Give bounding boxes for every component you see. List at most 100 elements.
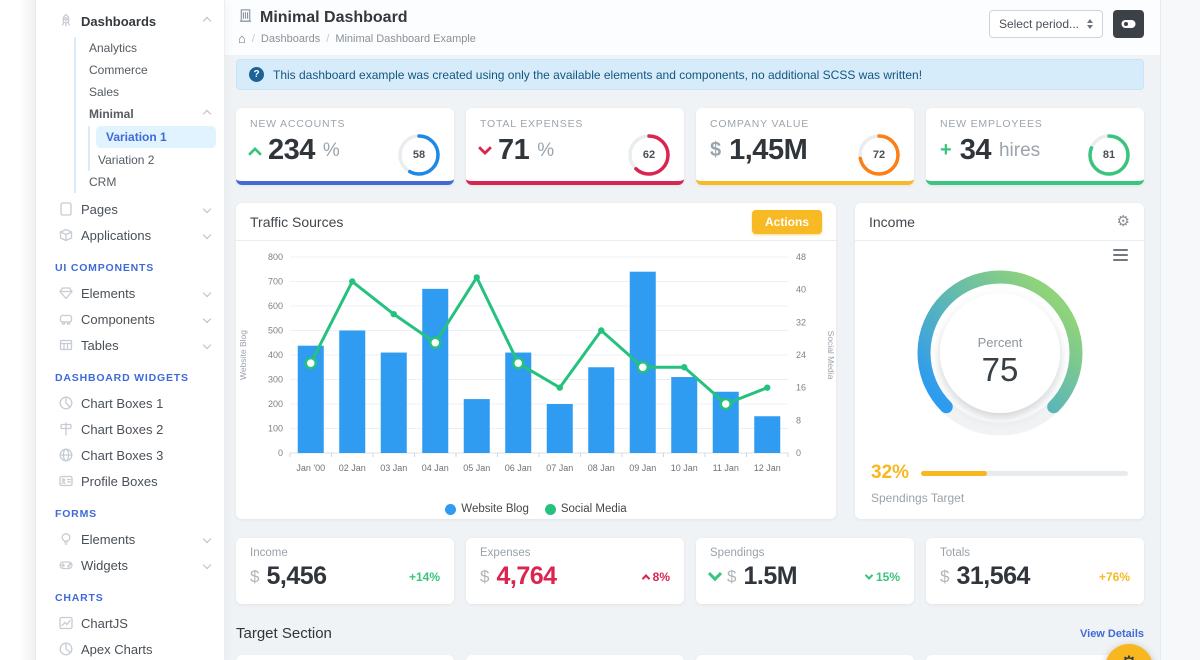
svg-text:Jan '00: Jan '00 <box>296 463 325 473</box>
summary-card-income: Income $ 5,456 +14% <box>236 538 454 604</box>
sidebar-item-variation-2[interactable]: Variation 2 <box>90 149 224 171</box>
car-icon <box>58 311 74 327</box>
breadcrumb-current: Minimal Dashboard Example <box>335 33 476 45</box>
svg-text:24: 24 <box>796 350 806 360</box>
trend-up-icon <box>248 146 262 160</box>
sidebar-item-commerce[interactable]: Commerce <box>76 59 224 81</box>
page-header: Minimal Dashboard ⌂ / Dashboards / Minim… <box>225 0 1160 55</box>
sidebar-item-chartjs[interactable]: ChartJS <box>36 610 224 636</box>
gear-icon[interactable]: ⚙ <box>1117 214 1130 229</box>
svg-text:Website Blog: Website Blog <box>238 330 248 380</box>
trend-down-icon <box>478 141 492 155</box>
legend-dot-icon <box>545 504 556 515</box>
summary-card-expenses: Expenses $ 4,764 8% <box>466 538 684 604</box>
alert-text: This dashboard example was created using… <box>273 68 922 82</box>
svg-text:09 Jan: 09 Jan <box>629 463 656 473</box>
sidebar-item-widgets[interactable]: Widgets <box>36 552 224 578</box>
page-icon <box>58 201 74 217</box>
svg-text:16: 16 <box>796 383 806 393</box>
sidebar-item-pages[interactable]: Pages <box>36 196 224 222</box>
legend-website-blog[interactable]: Website Blog <box>445 503 529 515</box>
spendings-target-label: Spendings Target <box>871 491 1128 505</box>
stat-card-total-expenses: TOTAL EXPENSES 71 % 62 <box>466 108 684 185</box>
progress-ring: 81 <box>1086 132 1132 178</box>
chevron-down-icon <box>203 561 211 569</box>
svg-text:10 Jan: 10 Jan <box>671 463 698 473</box>
svg-text:8: 8 <box>796 415 801 425</box>
home-icon[interactable]: ⌂ <box>238 32 246 45</box>
main-area: Minimal Dashboard ⌂ / Dashboards / Minim… <box>225 0 1160 660</box>
sidebar-item-minimal[interactable]: Minimal <box>76 103 224 125</box>
sidebar-item-profile-boxes[interactable]: Profile Boxes <box>36 468 224 494</box>
line-chart-icon <box>58 615 74 631</box>
sidebar-item-crm[interactable]: CRM <box>76 171 224 193</box>
sidebar-item-chart-boxes-3[interactable]: Chart Boxes 3 <box>36 442 224 468</box>
view-details-link[interactable]: View Details <box>1080 628 1144 640</box>
table-icon <box>58 337 74 353</box>
legend-social-media[interactable]: Social Media <box>545 503 627 515</box>
sidebar-item-elements[interactable]: Elements <box>36 280 224 306</box>
target-section-title: Target Section <box>236 625 332 642</box>
sidebar-item-applications[interactable]: Applications <box>36 222 224 248</box>
select-carets-icon <box>1087 19 1093 29</box>
chart-legend: Website Blog Social Media <box>236 503 836 515</box>
globe-icon <box>58 447 74 463</box>
svg-text:04 Jan: 04 Jan <box>422 463 449 473</box>
target-cards-row <box>236 655 1144 660</box>
card-partial <box>236 655 454 660</box>
sidebar-item-tables[interactable]: Tables <box>36 332 224 358</box>
stat-card-company-value: COMPANY VALUE $ 1,45M 72 <box>696 108 914 185</box>
sidebar-item-variation-1-active[interactable]: Variation 1 <box>96 126 216 148</box>
svg-text:12 Jan: 12 Jan <box>754 463 781 473</box>
question-circle-icon: ? <box>249 67 264 82</box>
period-select[interactable]: Select period... <box>989 10 1103 38</box>
card-partial <box>466 655 684 660</box>
delta-up-icon <box>641 574 649 582</box>
delta-down-icon <box>865 571 873 579</box>
sidebar-item-chart-boxes-2[interactable]: Chart Boxes 2 <box>36 416 224 442</box>
display-toggle-button[interactable] <box>1113 10 1144 38</box>
legend-dot-icon <box>445 504 456 515</box>
svg-text:200: 200 <box>268 399 283 409</box>
diamond-icon <box>58 285 74 301</box>
svg-text:0: 0 <box>278 448 283 458</box>
section-header-dashboard-widgets: DASHBOARD WIDGETS <box>36 358 224 390</box>
progress-ring: 58 <box>396 132 442 178</box>
svg-text:03 Jan: 03 Jan <box>380 463 407 473</box>
chevron-down-icon <box>203 231 211 239</box>
sidebar-item-apex-charts[interactable]: Apex Charts <box>36 636 224 660</box>
pie-wedge-icon <box>58 641 74 657</box>
svg-text:Social Media: Social Media <box>826 331 836 380</box>
chevron-up-icon <box>203 110 211 118</box>
svg-text:75: 75 <box>981 351 1018 388</box>
stat-cards-row: NEW ACCOUNTS 234 % 58 TOTAL EXPENSES 71 … <box>236 108 1144 185</box>
sidebar-item-components[interactable]: Components <box>36 306 224 332</box>
svg-text:48: 48 <box>796 252 806 262</box>
pie-chart-icon <box>58 395 74 411</box>
progress-ring: 72 <box>856 132 902 178</box>
stat-card-new-accounts: NEW ACCOUNTS 234 % 58 <box>236 108 454 185</box>
actions-button[interactable]: Actions <box>752 210 822 234</box>
panel-title: Traffic Sources <box>250 214 343 230</box>
svg-text:700: 700 <box>268 277 283 287</box>
chevron-down-icon <box>203 341 211 349</box>
sidebar-item-sales[interactable]: Sales <box>76 81 224 103</box>
stat-card-new-employees: NEW EMPLOYEES + 34 hires 81 <box>926 108 1144 185</box>
section-header-forms: FORMS <box>36 494 224 526</box>
sidebar-item-dashboards[interactable]: Dashboards <box>36 8 224 34</box>
sidebar-item-form-elements[interactable]: Elements <box>36 526 224 552</box>
chevron-down-icon <box>203 289 211 297</box>
sidebar-item-chart-boxes-1[interactable]: Chart Boxes 1 <box>36 390 224 416</box>
gamepad-icon <box>58 557 74 573</box>
svg-text:06 Jan: 06 Jan <box>505 463 532 473</box>
panel-title: Income <box>869 214 915 230</box>
breadcrumb-dashboards[interactable]: Dashboards <box>261 33 320 45</box>
svg-text:07 Jan: 07 Jan <box>546 463 573 473</box>
svg-text:400: 400 <box>268 350 283 360</box>
svg-text:08 Jan: 08 Jan <box>588 463 615 473</box>
svg-text:Percent: Percent <box>977 335 1022 350</box>
chevron-down-icon <box>203 205 211 213</box>
bulb-icon <box>58 531 74 547</box>
summary-card-totals: Totals $ 31,564 +76% <box>926 538 1144 604</box>
sidebar-item-analytics[interactable]: Analytics <box>76 37 224 59</box>
